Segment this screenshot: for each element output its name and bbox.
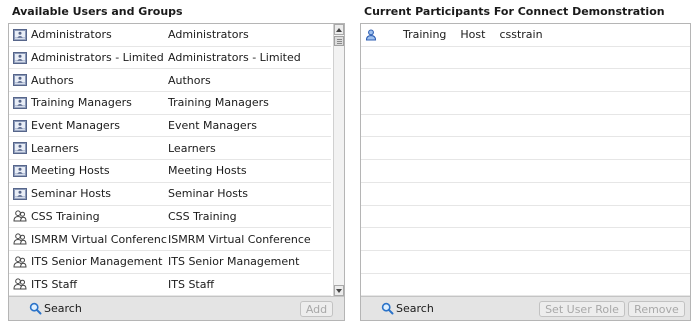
available-users-footer: Search Add [9, 296, 344, 320]
list-item-label: Administrators - Limited [168, 51, 301, 65]
set-user-role-button[interactable]: Set User Role [539, 301, 625, 317]
current-participants-footer: Search Set User Role Remove [361, 296, 690, 320]
list-item-name: ITS Senior Management [31, 255, 163, 269]
empty-row [361, 274, 690, 296]
list-item-label: Authors [168, 73, 211, 87]
list-item[interactable]: Seminar Hosts Seminar Hosts [9, 183, 331, 206]
list-item-label: Administrators [168, 28, 249, 42]
list-item[interactable]: Meeting Hosts Meeting Hosts [9, 160, 331, 183]
arrow-up-icon [336, 27, 342, 32]
list-item-name-cell: Learners [9, 142, 167, 155]
current-participants-title: Current Participants For Connect Demonst… [364, 5, 665, 18]
current-participants-panel: Training Host csstrain Search Set User Rol… [360, 23, 691, 321]
list-item-name: Administrators - Limited [31, 51, 164, 65]
users-icon [13, 233, 27, 245]
list-item-name-cell: Training Managers [9, 96, 167, 109]
list-item[interactable]: Administrators Administrators [9, 24, 331, 47]
group-icon [13, 164, 27, 177]
add-button[interactable]: Add [300, 301, 333, 317]
empty-row [361, 115, 690, 138]
list-item[interactable]: ITS Senior Management ITS Senior Manageme… [9, 251, 331, 274]
empty-row [361, 137, 690, 161]
empty-row [361, 69, 690, 93]
list-item-name-cell: Meeting Hosts [9, 164, 167, 177]
list-item[interactable]: Authors Authors [9, 69, 331, 93]
list-item[interactable]: Learners Learners [9, 137, 331, 161]
list-item-name: CSS Training [31, 209, 100, 223]
list-item-label: CSS Training [168, 209, 237, 223]
list-item-label: ISMRM Virtual Conference [168, 232, 311, 246]
list-item-name: Administrators [31, 28, 112, 42]
search-icon [29, 302, 42, 315]
list-item-name-cell: ITS Staff [9, 278, 167, 291]
participant-last-name: Host [460, 28, 486, 42]
list-item-name: ISMRM Virtual Conference [31, 232, 167, 246]
participant-first-name: Training [403, 28, 447, 42]
list-item-label: Event Managers [168, 119, 257, 133]
list-item[interactable]: Event Managers Event Managers [9, 115, 331, 138]
available-users-panel: Administrators Administrators Administrato… [8, 23, 345, 321]
list-item-name: ITS Staff [31, 277, 78, 291]
list-item-name: Seminar Hosts [31, 187, 112, 201]
list-item[interactable]: Training Managers Training Managers [9, 92, 331, 115]
list-item-name: Event Managers [31, 119, 120, 133]
group-icon [13, 74, 27, 87]
list-item-label: Meeting Hosts [168, 164, 247, 178]
list-item[interactable]: CSS Training CSS Training [9, 206, 331, 229]
list-item-name-cell: Event Managers [9, 119, 167, 132]
available-users-title: Available Users and Groups [12, 5, 183, 18]
list-item-name: Authors [31, 73, 74, 87]
empty-row [361, 228, 690, 251]
list-item-label: ITS Senior Management [168, 255, 300, 269]
users-icon [13, 210, 27, 222]
list-item-name: Meeting Hosts [31, 164, 110, 178]
list-item[interactable]: ISMRM Virtual Conference ISMRM Virtual Co… [9, 228, 331, 251]
remove-button[interactable]: Remove [628, 301, 685, 317]
list-item-name-cell: CSS Training [9, 210, 167, 223]
participant-login: csstrain [499, 28, 543, 42]
list-item-name-cell: ITS Senior Management [9, 255, 167, 268]
right-search-label: Search [396, 302, 434, 315]
group-icon [13, 28, 27, 41]
list-item-name-cell: Administrators [9, 28, 167, 41]
list-item-label: ITS Staff [168, 277, 215, 291]
available-users-list: Administrators Administrators Administrato… [9, 24, 331, 296]
list-item-label: Learners [168, 141, 216, 155]
empty-row [361, 47, 690, 70]
scroll-thumb[interactable] [334, 36, 344, 46]
left-search-label: Search [44, 302, 82, 315]
list-item-name-cell: Seminar Hosts [9, 187, 167, 200]
empty-row [361, 160, 690, 183]
left-search-button[interactable]: Search [29, 302, 82, 315]
group-icon [13, 187, 27, 200]
list-item[interactable]: Administrators - Limited Administrators -… [9, 47, 331, 70]
search-icon [381, 302, 394, 315]
list-item-name-cell: Administrators - Limited [9, 51, 167, 64]
right-search-button[interactable]: Search [381, 302, 434, 315]
group-icon [13, 96, 27, 109]
arrow-down-icon [336, 288, 342, 293]
scroll-up-button[interactable] [334, 24, 344, 35]
empty-row [361, 183, 690, 206]
empty-row [361, 92, 690, 115]
current-participants-list: Training Host csstrain [361, 24, 690, 296]
user-icon [365, 29, 379, 41]
empty-row [361, 251, 690, 274]
empty-row [361, 206, 690, 229]
available-users-scrollbar[interactable] [333, 24, 344, 296]
list-item-name: Learners [31, 141, 79, 155]
list-item-name-cell: ISMRM Virtual Conference [9, 233, 167, 246]
scroll-down-button[interactable] [334, 285, 344, 296]
participant-row[interactable]: Training Host csstrain [361, 24, 690, 47]
list-item-name: Training Managers [31, 96, 132, 110]
list-item[interactable]: ITS Staff ITS Staff [9, 274, 331, 296]
list-item-name-cell: Authors [9, 74, 167, 87]
group-icon [13, 119, 27, 132]
list-item-label: Training Managers [168, 96, 269, 110]
group-icon [13, 142, 27, 155]
list-item-label: Seminar Hosts [168, 187, 249, 201]
users-icon [13, 278, 27, 290]
group-icon [13, 51, 27, 64]
users-icon [13, 256, 27, 268]
